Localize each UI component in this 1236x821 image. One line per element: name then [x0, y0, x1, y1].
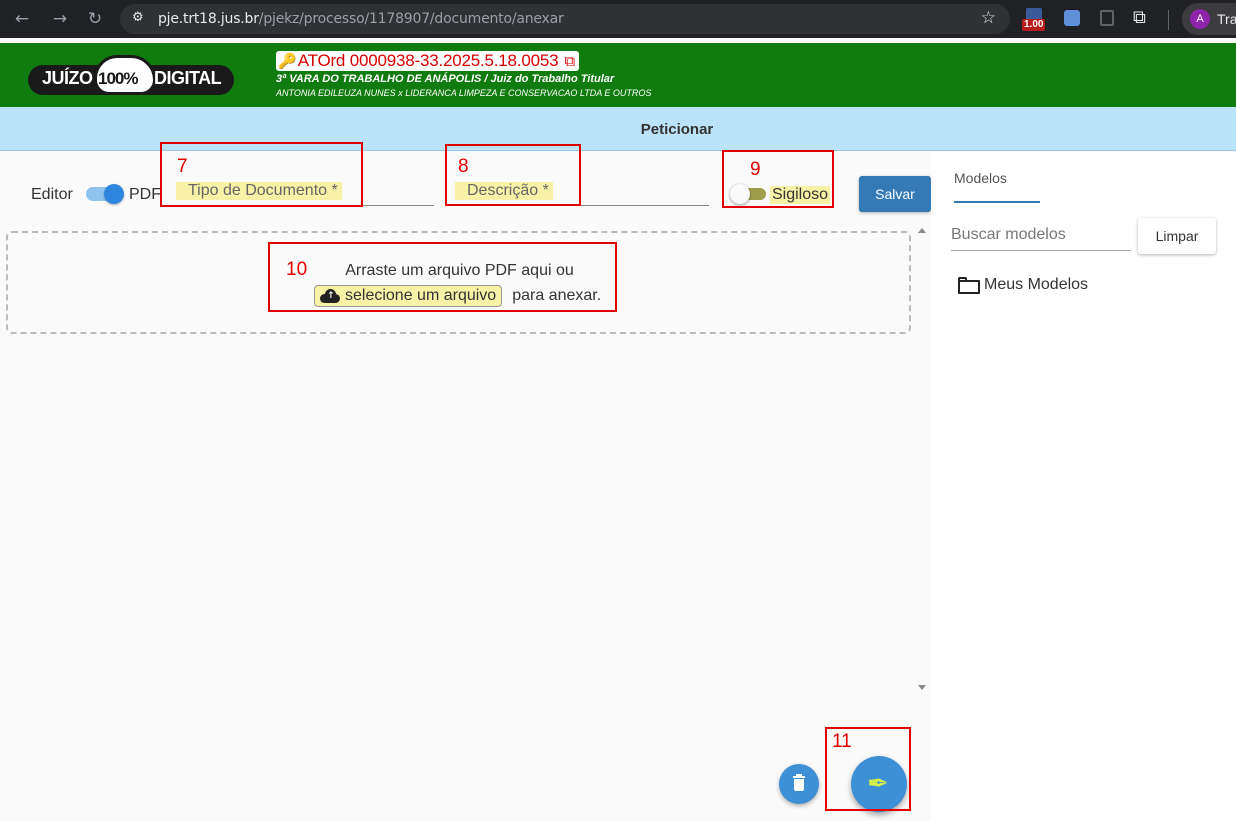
editor-pdf-toggle[interactable]: [86, 184, 124, 204]
tab-active-indicator: [954, 201, 1040, 203]
trash-body: [794, 779, 804, 791]
forward-icon[interactable]: →: [49, 8, 71, 30]
court-name: 3ª VARA DO TRABALHO DE ANÁPOLIS / Juiz d…: [276, 73, 615, 85]
annotation-label-9: 9: [750, 159, 761, 180]
search-models-input[interactable]: [951, 224, 1131, 244]
folder-meus-modelos[interactable]: Meus Modelos: [958, 276, 1088, 294]
browser-toolbar: ← → ↻ ⚙ pje.trt18.jus.br/pjekz/processo/…: [0, 0, 1236, 38]
site-settings-icon[interactable]: ⚙: [132, 10, 144, 25]
extensions-puzzle-icon[interactable]: ⧉: [1133, 7, 1146, 28]
logo-text-left: JUÍZO: [42, 68, 93, 88]
annotation-label-7: 7: [177, 156, 188, 177]
url-host: pje.trt18.jus.br: [158, 11, 259, 27]
pdf-label: PDF: [129, 186, 161, 203]
clear-button[interactable]: Limpar: [1138, 218, 1216, 254]
page-title: Peticionar: [640, 121, 714, 138]
copy-icon[interactable]: ⧉: [564, 52, 575, 70]
annotation-box-7: [160, 142, 363, 207]
scroll-up-arrow[interactable]: [918, 228, 926, 233]
folder-label: Meus Modelos: [984, 276, 1089, 293]
avatar: A: [1190, 9, 1210, 29]
annotation-label-8: 8: [458, 156, 469, 177]
process-number-box: 🔑 ATOrd 0000938-33.2025.5.18.0053 ⧉: [276, 51, 580, 71]
profile-button[interactable]: A Tra: [1182, 3, 1236, 35]
save-button[interactable]: Salvar: [859, 176, 931, 212]
extension-icon[interactable]: 1.00: [1022, 8, 1050, 32]
profile-name: Tra: [1217, 11, 1236, 27]
tab-modelos[interactable]: Modelos: [954, 170, 1007, 186]
juizo-digital-logo: JUÍZO 100% DIGITAL: [28, 55, 234, 95]
search-models-field[interactable]: [951, 224, 1131, 251]
extension-3-icon[interactable]: [1100, 10, 1114, 26]
address-bar[interactable]: ⚙ pje.trt18.jus.br/pjekz/processo/117890…: [120, 4, 1010, 34]
extension-2-icon[interactable]: [1064, 10, 1080, 26]
parties: ANTONIA EDILEUZA NUNES x LIDERANCA LIMPE…: [276, 88, 652, 98]
logo-text-100: 100%: [98, 69, 138, 88]
annotation-box-10: [268, 242, 617, 312]
annotation-label-11: 11: [832, 731, 852, 752]
key-icon: 🔑: [278, 52, 297, 70]
process-number[interactable]: ATOrd 0000938-33.2025.5.18.0053: [298, 51, 559, 71]
annotation-label-10: 10: [286, 259, 308, 280]
back-icon[interactable]: ←: [11, 8, 33, 30]
delete-button[interactable]: [779, 764, 819, 804]
extension-badge: 1.00: [1022, 19, 1046, 31]
toolbar-divider: [1168, 10, 1169, 30]
editor-label: Editor: [31, 186, 73, 203]
toggle-knob: [104, 184, 124, 204]
url-text[interactable]: pje.trt18.jus.br/pjekz/processo/1178907/…: [158, 11, 564, 27]
reload-icon[interactable]: ↻: [84, 8, 106, 30]
app-header: JUÍZO 100% DIGITAL 🔑 ATOrd 0000938-33.20…: [0, 43, 1236, 107]
trash-lid: [793, 776, 805, 778]
url-path: /pjekz/processo/1178907/documento/anexar: [258, 11, 564, 27]
annotation-box-9: [722, 150, 834, 208]
scroll-down-arrow[interactable]: [918, 685, 926, 690]
logo-text-right: DIGITAL: [154, 68, 222, 88]
bookmark-star-icon[interactable]: ☆: [981, 8, 996, 28]
folder-icon: [958, 277, 980, 294]
